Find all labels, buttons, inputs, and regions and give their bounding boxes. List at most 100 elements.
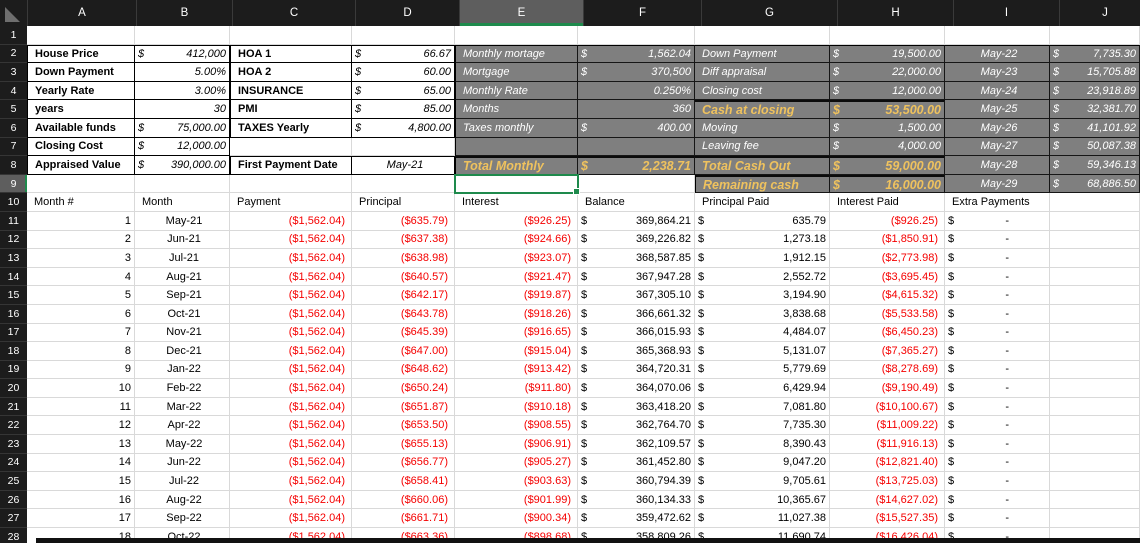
cell-F20[interactable]: $364,070.06 bbox=[578, 379, 695, 398]
row-header-10[interactable]: 10 bbox=[0, 193, 27, 212]
cell-F18[interactable]: $365,368.93 bbox=[578, 342, 695, 361]
table-header-month[interactable]: Month # bbox=[27, 193, 135, 212]
cell-F25[interactable]: $360,794.39 bbox=[578, 472, 695, 491]
label-cash-at-closing[interactable]: Cash at closing bbox=[695, 100, 830, 119]
cell-I1[interactable] bbox=[945, 26, 1050, 45]
label-available-funds[interactable]: Available funds bbox=[27, 118, 135, 138]
cell-A15[interactable]: 5 bbox=[27, 286, 135, 305]
cell-A1[interactable] bbox=[27, 26, 135, 45]
cell-D19[interactable]: ($648.62) bbox=[352, 360, 455, 380]
cell-A26[interactable]: 16 bbox=[27, 490, 135, 510]
row-header-7[interactable]: 7 bbox=[0, 137, 27, 157]
cell-F17[interactable]: $366,015.93 bbox=[578, 323, 695, 343]
value-down-payment[interactable]: $19,500.00 bbox=[830, 44, 945, 64]
cell-G27[interactable]: $11,027.38 bbox=[695, 509, 830, 529]
cell-D20[interactable]: ($650.24) bbox=[352, 379, 455, 398]
cell-B19[interactable]: Jan-22 bbox=[135, 360, 230, 380]
cell-I18[interactable]: $ - bbox=[945, 342, 1050, 361]
projection-date-may-29[interactable]: May-29 bbox=[945, 174, 1050, 194]
cell-J26[interactable] bbox=[1050, 490, 1140, 510]
label-mortgage[interactable]: Mortgage bbox=[455, 63, 578, 82]
cell-I27[interactable]: $ - bbox=[945, 509, 1050, 529]
cell-A13[interactable]: 3 bbox=[27, 249, 135, 268]
cell-G1[interactable] bbox=[695, 26, 830, 45]
cell-E25[interactable]: ($903.63) bbox=[455, 472, 578, 491]
projection-balance-may-22[interactable]: $7,735.30 bbox=[1050, 44, 1140, 64]
cell-H1[interactable] bbox=[830, 26, 945, 45]
cell-B17[interactable]: Nov-21 bbox=[135, 323, 230, 343]
cell-I11[interactable]: $ - bbox=[945, 211, 1050, 231]
row-header-1[interactable]: 1 bbox=[0, 26, 27, 45]
value-cash-at-closing[interactable]: $53,500.00 bbox=[830, 100, 945, 119]
row-header-25[interactable]: 25 bbox=[0, 472, 27, 491]
value-moving[interactable]: $1,500.00 bbox=[830, 118, 945, 138]
cell-D17[interactable]: ($645.39) bbox=[352, 323, 455, 343]
cell-E13[interactable]: ($923.07) bbox=[455, 249, 578, 268]
cell-J19[interactable] bbox=[1050, 360, 1140, 380]
row-header-6[interactable]: 6 bbox=[0, 118, 27, 138]
row-header-19[interactable]: 19 bbox=[0, 360, 27, 380]
value-monthly-rate[interactable]: 0.250% bbox=[578, 81, 695, 101]
cell-B16[interactable]: Oct-21 bbox=[135, 304, 230, 324]
projection-balance-may-23[interactable]: $15,705.88 bbox=[1050, 63, 1140, 82]
cell-E23[interactable]: ($906.91) bbox=[455, 435, 578, 454]
cell-F22[interactable]: $362,764.70 bbox=[578, 416, 695, 436]
cell-H18[interactable]: ($7,365.27) bbox=[830, 342, 945, 361]
cell-J14[interactable] bbox=[1050, 267, 1140, 287]
value-appraised-value[interactable]: $390,000.00 bbox=[135, 156, 230, 175]
cell-E17[interactable]: ($916.65) bbox=[455, 323, 578, 343]
cell-I12[interactable]: $ - bbox=[945, 230, 1050, 250]
cell-B23[interactable]: May-22 bbox=[135, 435, 230, 454]
label-months[interactable]: Months bbox=[455, 100, 578, 119]
cell-J16[interactable] bbox=[1050, 304, 1140, 324]
cell-B1[interactable] bbox=[135, 26, 230, 45]
label-total-cash-out[interactable]: Total Cash Out bbox=[695, 156, 830, 175]
cell-C18[interactable]: ($1,562.04) bbox=[230, 342, 352, 361]
label-leaving-fee[interactable]: Leaving fee bbox=[695, 137, 830, 157]
cell-A14[interactable]: 4 bbox=[27, 267, 135, 287]
label-pmi[interactable]: PMI bbox=[230, 100, 352, 119]
cell-E15[interactable]: ($919.87) bbox=[455, 286, 578, 305]
cell-F21[interactable]: $363,418.20 bbox=[578, 397, 695, 417]
cell-J15[interactable] bbox=[1050, 286, 1140, 305]
cell-C24[interactable]: ($1,562.04) bbox=[230, 453, 352, 473]
cell-A18[interactable]: 8 bbox=[27, 342, 135, 361]
row-header-4[interactable]: 4 bbox=[0, 81, 27, 101]
row-header-28[interactable]: 28 bbox=[0, 528, 27, 543]
cell-H16[interactable]: ($5,533.58) bbox=[830, 304, 945, 324]
cell-F7[interactable] bbox=[578, 137, 695, 157]
cell-E20[interactable]: ($911.80) bbox=[455, 379, 578, 398]
cell-C1[interactable] bbox=[230, 26, 352, 45]
cell-E12[interactable]: ($924.66) bbox=[455, 230, 578, 250]
cell-E21[interactable]: ($910.18) bbox=[455, 397, 578, 417]
cell-D23[interactable]: ($655.13) bbox=[352, 435, 455, 454]
cell-J17[interactable] bbox=[1050, 323, 1140, 343]
value-leaving-fee[interactable]: $4,000.00 bbox=[830, 137, 945, 157]
cell-F11[interactable]: $369,864.21 bbox=[578, 211, 695, 231]
label-taxes-yearly[interactable]: TAXES Yearly bbox=[230, 118, 352, 138]
label-down-payment[interactable]: Down Payment bbox=[695, 44, 830, 64]
cell-I14[interactable]: $ - bbox=[945, 267, 1050, 287]
row-header-15[interactable]: 15 bbox=[0, 286, 27, 305]
cell-C7[interactable] bbox=[230, 137, 352, 157]
cell-C12[interactable]: ($1,562.04) bbox=[230, 230, 352, 250]
value-yearly-rate[interactable]: 3.00% bbox=[135, 81, 230, 101]
cell-G17[interactable]: $4,484.07 bbox=[695, 323, 830, 343]
cell-G11[interactable]: $635.79 bbox=[695, 211, 830, 231]
cell-H26[interactable]: ($14,627.02) bbox=[830, 490, 945, 510]
row-header-17[interactable]: 17 bbox=[0, 323, 27, 343]
table-header-extra-payments[interactable]: Extra Payments bbox=[945, 193, 1050, 212]
cell-D1[interactable] bbox=[352, 26, 455, 45]
value-available-funds[interactable]: $75,000.00 bbox=[135, 118, 230, 138]
cell-I23[interactable]: $ - bbox=[945, 435, 1050, 454]
cell-I26[interactable]: $ - bbox=[945, 490, 1050, 510]
cell-C9[interactable] bbox=[230, 174, 352, 194]
cell-J11[interactable] bbox=[1050, 211, 1140, 231]
cell-E19[interactable]: ($913.42) bbox=[455, 360, 578, 380]
label-taxes-monthly[interactable]: Taxes monthly bbox=[455, 118, 578, 138]
cell-G21[interactable]: $7,081.80 bbox=[695, 397, 830, 417]
label-closing-cost[interactable]: Closing cost bbox=[695, 81, 830, 101]
cell-A12[interactable]: 2 bbox=[27, 230, 135, 250]
cell-C14[interactable]: ($1,562.04) bbox=[230, 267, 352, 287]
cell-D11[interactable]: ($635.79) bbox=[352, 211, 455, 231]
